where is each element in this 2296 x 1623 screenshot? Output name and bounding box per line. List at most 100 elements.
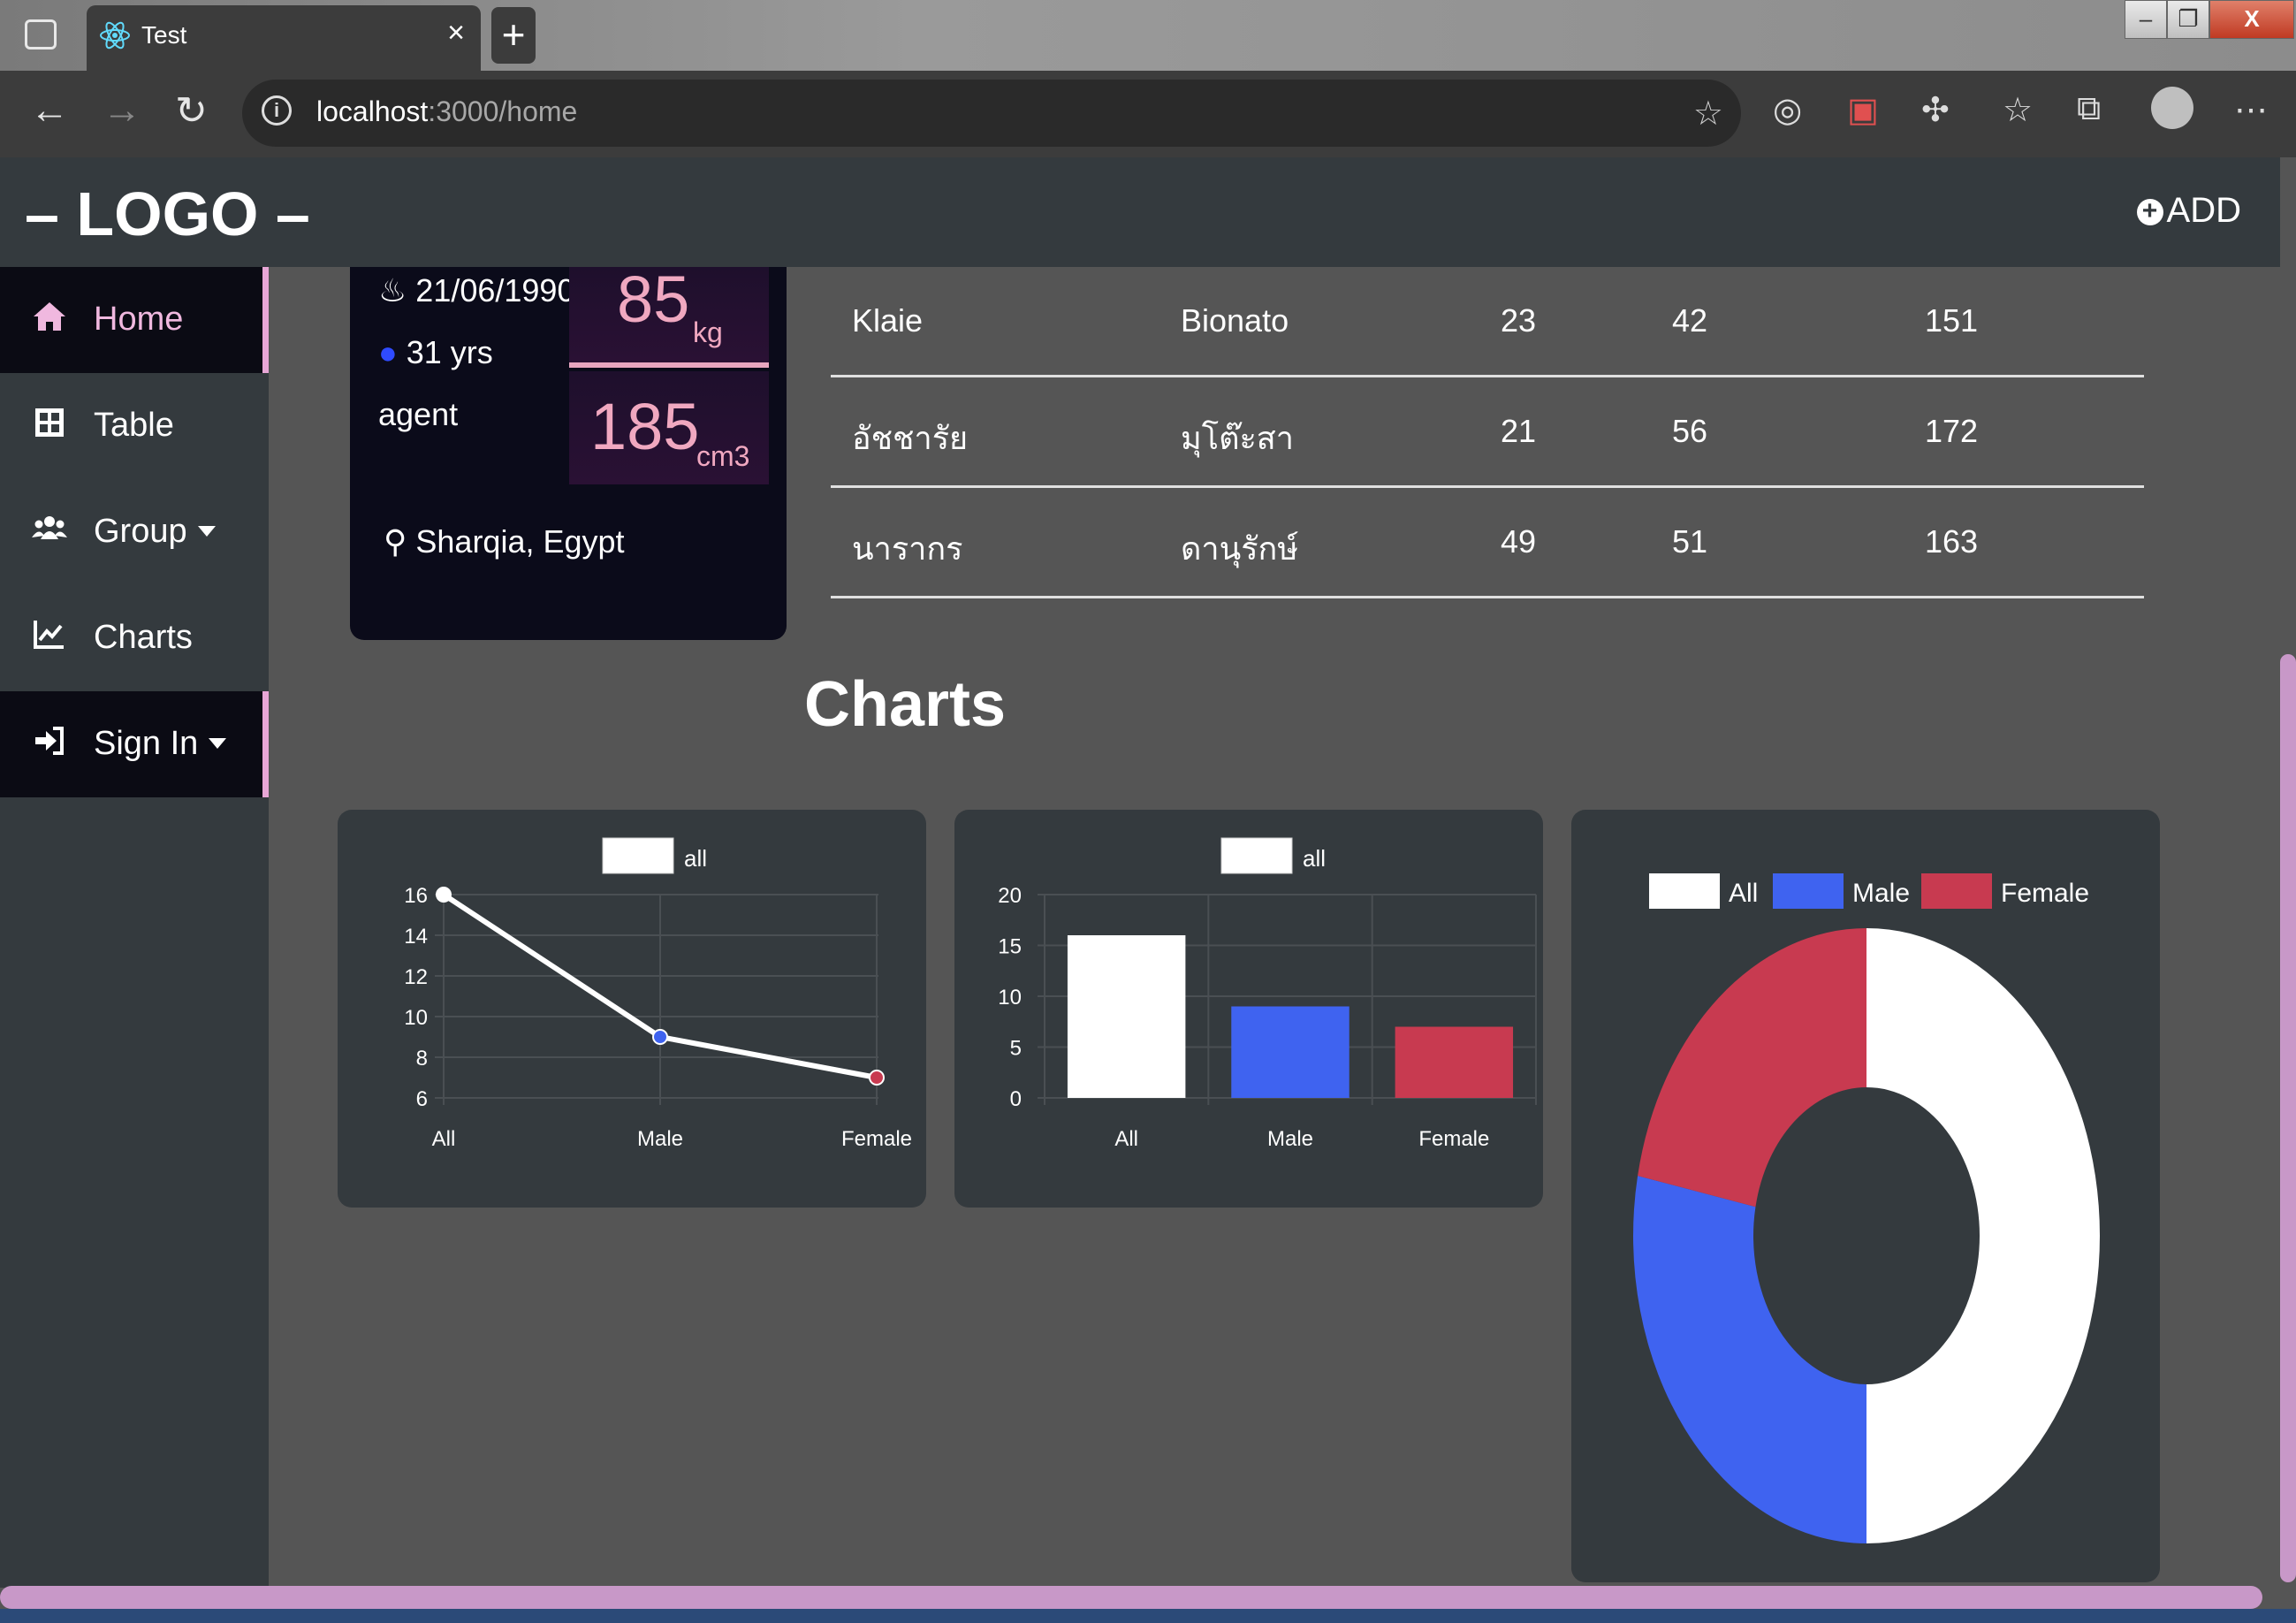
table-row: Klaie Bionato 23 42 151 (831, 267, 2144, 377)
sidebar-item-home[interactable]: Home (0, 267, 269, 373)
data-point (436, 887, 452, 903)
weight-unit: kg (693, 316, 723, 348)
legend-swatch (1773, 873, 1844, 909)
window-controls: – ❐ X (2119, 0, 2296, 41)
url-text: localhost:3000/home (316, 95, 577, 128)
back-icon[interactable]: ← (30, 88, 69, 133)
react-favicon-icon (100, 21, 130, 50)
table-cell: 42 (1672, 302, 1708, 339)
legend-swatch (1220, 837, 1293, 874)
add-favorite-icon[interactable]: ☆ (1693, 94, 1723, 133)
map-marker-icon: ⚲ (384, 523, 407, 560)
bar-chart: all 0 5 10 15 20 All Male Female (998, 837, 1537, 1151)
vertical-scrollbar[interactable] (2280, 654, 2296, 1582)
table-cell: มุโต๊ะสา (1181, 420, 1294, 456)
y-tick-label: 20 (998, 884, 1022, 908)
sign-in-label: Sign In (94, 725, 199, 762)
y-tick-label: 15 (998, 935, 1022, 959)
y-tick-label: 12 (404, 965, 428, 989)
x-tick-label: Female (1418, 1127, 1489, 1151)
tab-title: Test (141, 21, 187, 49)
legend-label: all (1303, 845, 1326, 872)
x-tick-label: All (432, 1127, 456, 1151)
height-stat: 185 cm3 (569, 371, 769, 484)
bar (1395, 1026, 1514, 1098)
location: ⚲ Sharqia, Egypt (384, 523, 625, 560)
y-tick-label: 10 (404, 1006, 428, 1030)
table-cell: 151 (1925, 302, 1979, 339)
profile-card: ♨ 21/06/1990 ● 31 yrs agent ⚲ Sharqia, E… (350, 263, 787, 640)
close-tab-icon[interactable]: × (447, 16, 465, 50)
y-tick-label: 0 (1010, 1087, 1022, 1111)
table-cell: 172 (1925, 413, 1979, 449)
reload-icon[interactable]: ↻ (175, 88, 208, 133)
height-unit: cm3 (696, 440, 750, 472)
legend-swatch (1649, 873, 1720, 909)
app-header: – LOGO – + ADD (0, 157, 2280, 267)
sidebar-item-group[interactable]: Group (0, 479, 269, 585)
table-cell: 56 (1672, 413, 1708, 449)
minimize-icon[interactable]: – (2125, 0, 2167, 39)
data-table: Klaie Bionato 23 42 151 อัชชารัย มุโต๊ะส… (831, 267, 2144, 598)
profile-avatar-icon[interactable] (2151, 87, 2193, 129)
tracking-icon[interactable]: ◎ (1773, 90, 1802, 130)
legend-swatch (1921, 873, 1992, 909)
browser-tab[interactable]: Test × (87, 5, 481, 71)
sidebar-item-label: Sign In (94, 725, 227, 763)
y-tick-label: 5 (1010, 1037, 1022, 1061)
sidebar-item-label: Table (94, 407, 174, 444)
bar (1231, 1006, 1349, 1098)
horizontal-scrollbar[interactable] (0, 1586, 2262, 1609)
legend-swatch (602, 837, 674, 874)
doughnut-slice (1633, 1176, 1866, 1543)
url-field[interactable]: i localhost:3000/home ☆ (242, 80, 1741, 147)
url-path: :3000/home (428, 95, 578, 127)
y-tick-label: 16 (404, 884, 428, 908)
table-cell: 23 (1501, 302, 1537, 339)
extension-icon[interactable]: ▣ (1847, 90, 1879, 130)
age-text: 31 yrs (406, 334, 493, 370)
table-cell: 51 (1672, 523, 1708, 560)
table-cell: Bionato (1181, 302, 1289, 339)
y-tick-label: 8 (416, 1047, 428, 1071)
more-menu-icon[interactable]: ⋯ (2234, 90, 2268, 130)
users-icon (32, 516, 67, 539)
site-info-icon[interactable]: i (262, 95, 292, 126)
sidebar-item-charts[interactable]: Charts (0, 585, 269, 691)
maximize-icon[interactable]: ❐ (2167, 0, 2209, 39)
chart-line-icon (34, 621, 64, 649)
sidebar-item-table[interactable]: Table (0, 373, 269, 479)
url-host: localhost (316, 95, 429, 127)
table-cell: 49 (1501, 523, 1537, 560)
y-tick-label: 6 (416, 1087, 428, 1111)
doughnut-chart: All Male Female (1633, 873, 2100, 1543)
favorites-icon[interactable]: ☆ (2003, 90, 2033, 130)
data-point (869, 1070, 885, 1086)
sidebar-item-sign-in[interactable]: Sign In (0, 691, 269, 797)
extensions-puzzle-icon[interactable]: ✣ (1921, 90, 1950, 130)
y-tick-label: 10 (998, 986, 1022, 1010)
new-tab-button[interactable]: + (491, 7, 536, 64)
table-cell: ดานุรักษ์ (1181, 530, 1299, 567)
logo: – LOGO – (25, 179, 310, 248)
home-icon (34, 302, 65, 331)
collections-icon[interactable]: ⧉ (2077, 90, 2101, 128)
close-window-icon[interactable]: X (2209, 0, 2294, 39)
table-cell: 163 (1925, 523, 1979, 560)
chevron-down-icon (197, 526, 216, 537)
birthdate: ♨ 21/06/1990 (378, 272, 574, 309)
legend-label: Male (1852, 879, 1910, 908)
weight-value: 85 (617, 263, 690, 336)
age: ● 31 yrs (378, 334, 493, 371)
user-icon: ● (378, 334, 398, 370)
forward-icon[interactable]: → (103, 88, 141, 133)
table-row: นารากร ดานุรักษ์ 49 51 163 (831, 488, 2144, 598)
x-tick-label: Female (841, 1127, 912, 1151)
address-bar: ← → ↻ i localhost:3000/home ☆ ◎ ▣ ✣ ☆ ⧉ … (0, 71, 2296, 157)
group-label: Group (94, 513, 187, 550)
os-taskbar (0, 1609, 2296, 1623)
tab-actions-icon[interactable] (25, 19, 57, 50)
x-tick-label: Male (1267, 1127, 1313, 1151)
bar (1067, 935, 1186, 1098)
add-button[interactable]: + ADD (2136, 191, 2241, 231)
